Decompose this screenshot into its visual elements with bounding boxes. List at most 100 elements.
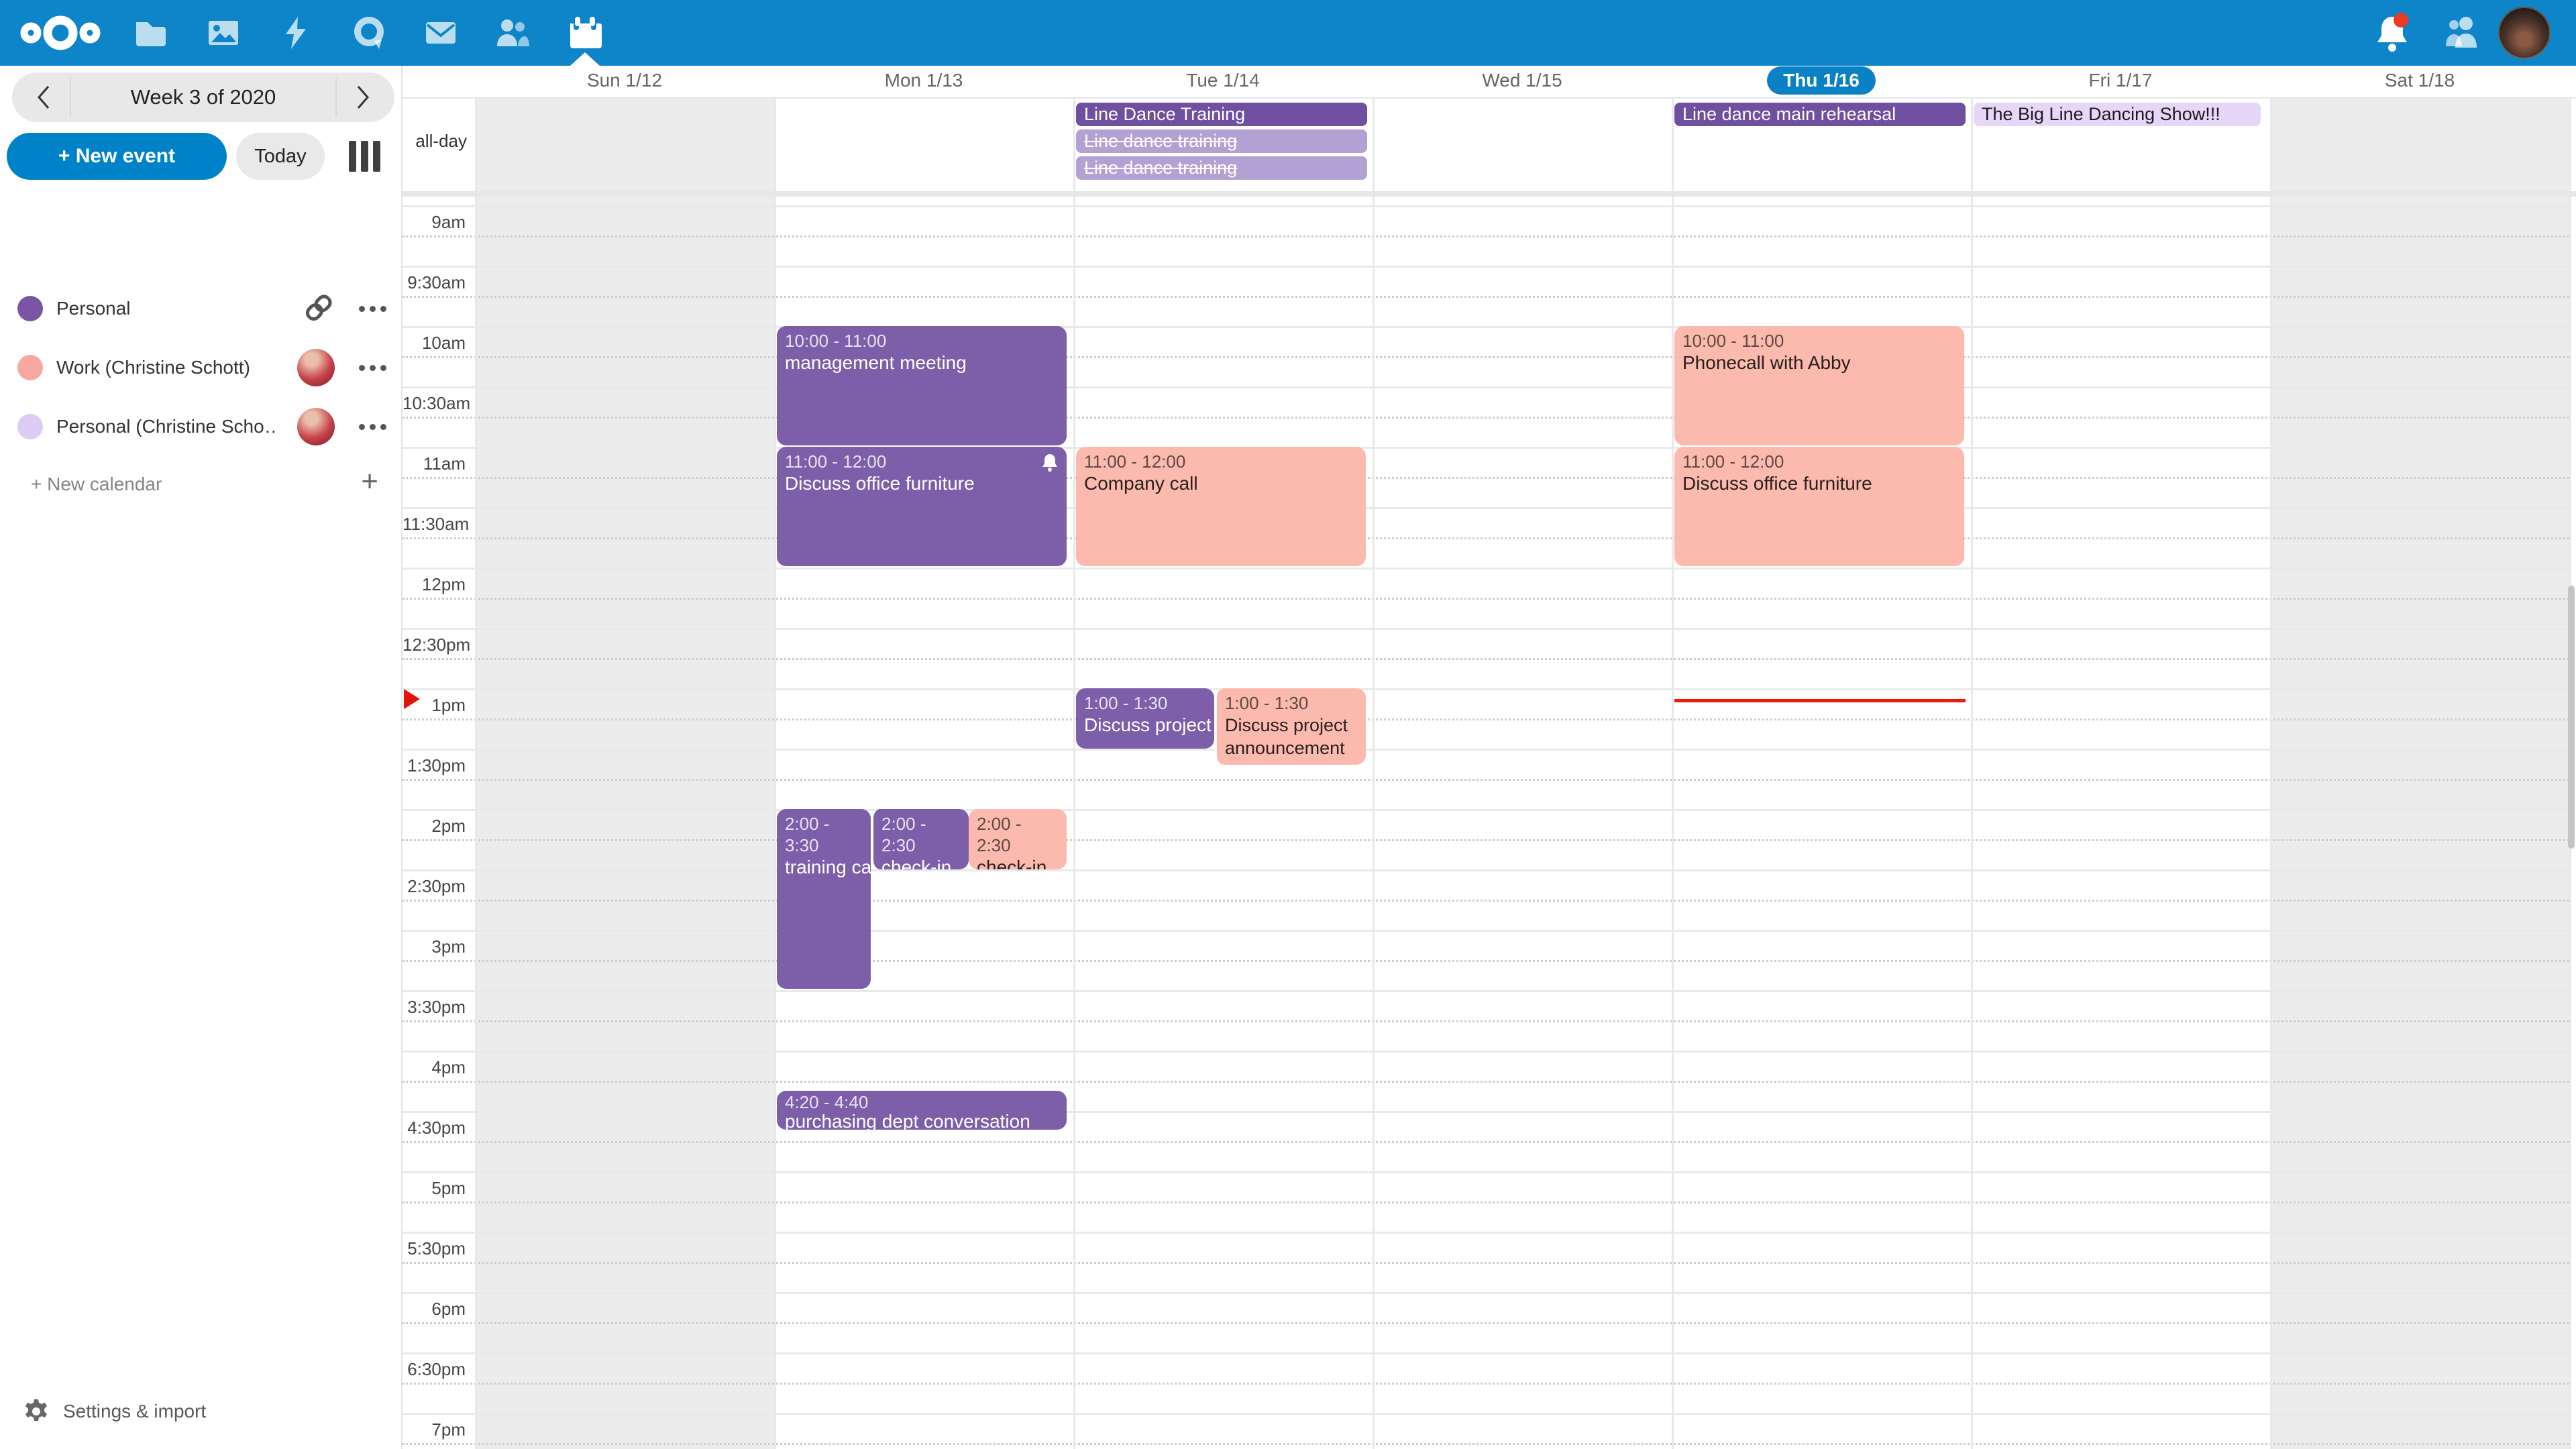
weekend-shading — [2270, 99, 2569, 191]
notifications-button[interactable] — [2371, 0, 2414, 66]
today-button[interactable]: Today — [236, 133, 325, 180]
nextcloud-logo-icon[interactable] — [20, 0, 101, 66]
event-time: 1:00 - 1:30 — [1084, 692, 1206, 714]
grid-line — [402, 1292, 2569, 1294]
calendar-name: Work (Christine Schott) — [56, 357, 250, 378]
event-time: 2:00 - 2:30 — [977, 813, 1059, 856]
divider — [70, 78, 71, 117]
previous-week-button[interactable] — [31, 84, 58, 111]
grid-line — [475, 197, 477, 1449]
day-header-sat[interactable]: Sat 1/18 — [2270, 66, 2569, 97]
settings-import-button[interactable]: Settings & import — [0, 1391, 401, 1432]
time-label: 10:30am — [402, 393, 466, 414]
grid-scrollbar[interactable] — [2568, 586, 2575, 849]
day-header-wed[interactable]: Wed 1/15 — [1373, 66, 1672, 97]
user-menu-button[interactable] — [2498, 0, 2551, 66]
alarm-bell-icon — [1041, 453, 1059, 472]
user-avatar — [2498, 7, 2551, 59]
topbar — [0, 0, 2576, 66]
calendar-color-dot — [17, 414, 43, 439]
event-allday[interactable]: Line dance training — [1076, 156, 1367, 180]
time-label: 4:30pm — [402, 1118, 466, 1138]
day-header-fri[interactable]: Fri 1/17 — [1971, 66, 2270, 97]
time-grid[interactable]: 9am 9:30am 10am 10:30am 11am 11:30am 12p… — [402, 197, 2576, 1449]
event[interactable]: 10:00 - 11:00 management meeting — [777, 326, 1067, 445]
event[interactable]: 11:00 - 12:00 Discuss office furniture — [777, 447, 1067, 566]
new-calendar-button[interactable]: + New calendar — [31, 474, 162, 494]
time-label: 3:30pm — [402, 997, 466, 1018]
gear-icon — [23, 1398, 50, 1425]
grid-line — [402, 326, 2569, 328]
weekend-shading — [475, 99, 774, 191]
day-header-tue[interactable]: Tue 1/14 — [1073, 66, 1373, 97]
event[interactable]: 2:00 - 2:30 check-in — [871, 809, 969, 869]
grid-line-minor — [402, 356, 2569, 358]
day-header-thu[interactable]: Thu 1/16 — [1672, 66, 1971, 97]
all-day-grid-divider — [402, 191, 2576, 197]
event-time: 1:00 - 1:30 — [1225, 692, 1358, 714]
mail-app-icon[interactable] — [423, 0, 459, 66]
event-allday[interactable]: The Big Line Dancing Show!!! — [1974, 103, 2261, 126]
share-link-icon[interactable] — [301, 290, 339, 327]
photos-app-icon[interactable] — [205, 0, 241, 66]
time-label: 9am — [402, 212, 466, 233]
event[interactable]: 2:00 - 2:30 check-in — [969, 809, 1067, 869]
grid-line — [402, 386, 2569, 388]
event-allday[interactable]: Line Dance Training — [1076, 103, 1367, 126]
day-column-tue[interactable]: 11:00 - 12:00 Company call 1:00 - 1:30 D… — [1073, 197, 1373, 1449]
grid-line-minor — [402, 598, 2569, 600]
day-header-sun[interactable]: Sun 1/12 — [475, 66, 774, 97]
new-event-button[interactable]: + New event — [7, 133, 227, 180]
day-header-mon[interactable]: Mon 1/13 — [774, 66, 1073, 97]
week-label[interactable]: Week 3 of 2020 — [72, 72, 334, 122]
event[interactable]: 1:00 - 1:30 Discuss project announcement — [1214, 688, 1366, 765]
event-time: 4:20 - 4:40 — [785, 1093, 1059, 1112]
grid-line-minor — [402, 900, 2569, 902]
event-title: Phonecall with Abby — [1682, 352, 1956, 374]
calendar-item-personal[interactable]: Personal — [0, 284, 401, 333]
event-title: check-in — [977, 856, 1059, 869]
grid-line-minor — [402, 1322, 2569, 1324]
calendar-actions-menu[interactable] — [359, 365, 386, 371]
event[interactable]: 1:00 - 1:30 Discuss project announcement — [1076, 688, 1214, 749]
calendar-actions-menu[interactable] — [359, 306, 386, 312]
weekend-shading — [2270, 197, 2569, 1449]
plus-icon[interactable]: + — [361, 468, 378, 495]
time-label: 4pm — [402, 1057, 466, 1078]
grid-line — [402, 568, 2569, 570]
nextcloud-logo-glyph — [20, 14, 101, 52]
next-week-button[interactable] — [349, 84, 376, 111]
talk-app-icon[interactable] — [352, 0, 388, 66]
files-app-icon[interactable] — [133, 0, 169, 66]
contacts-menu-button[interactable] — [2439, 0, 2479, 66]
event[interactable]: 2:00 - 3:30 training call — [777, 809, 871, 989]
grid-line-minor — [402, 960, 2569, 962]
day-header-row: Sun 1/12 Mon 1/13 Tue 1/14 Wed 1/15 Thu … — [402, 66, 2576, 99]
calendar-item-work-christine[interactable]: Work (Christine Schott) — [0, 343, 401, 392]
time-label: 6pm — [402, 1299, 466, 1320]
grid-line — [774, 99, 776, 191]
event-allday[interactable]: Line dance main rehearsal — [1674, 103, 1966, 126]
event[interactable]: 11:00 - 12:00 Discuss office furniture — [1674, 447, 1964, 566]
event[interactable]: 4:20 - 4:40 purchasing dept conversation — [777, 1091, 1067, 1130]
activity-app-icon[interactable] — [278, 0, 314, 66]
event[interactable]: 11:00 - 12:00 Company call — [1076, 447, 1366, 566]
calendar-actions-menu[interactable] — [359, 424, 386, 430]
event[interactable]: 10:00 - 11:00 Phonecall with Abby — [1674, 326, 1964, 445]
event-allday[interactable]: Line dance training — [1076, 129, 1367, 153]
all-day-section: all-day Line Dance Training Line dance t… — [402, 99, 2576, 191]
time-label: 5pm — [402, 1178, 466, 1199]
view-switcher[interactable] — [349, 141, 381, 172]
week-navigation: Week 3 of 2020 — [12, 72, 394, 122]
time-label: 5:30pm — [402, 1238, 466, 1259]
folder-icon — [133, 17, 168, 49]
calendar-app-icon[interactable] — [567, 0, 603, 66]
contacts-app-icon[interactable] — [494, 0, 531, 66]
calendar-item-personal-christine[interactable]: Personal (Christine Scho… — [0, 402, 401, 451]
calendar-color-dot — [17, 355, 43, 380]
day-column-mon[interactable]: 10:00 - 11:00 management meeting 11:00 -… — [774, 197, 1073, 1449]
event-title: Discuss office furniture — [785, 472, 1059, 495]
day-column-thu[interactable]: 10:00 - 11:00 Phonecall with Abby 11:00 … — [1672, 197, 1971, 1449]
event-time: 2:00 - 2:30 — [881, 813, 961, 856]
grid-line — [402, 507, 2569, 509]
